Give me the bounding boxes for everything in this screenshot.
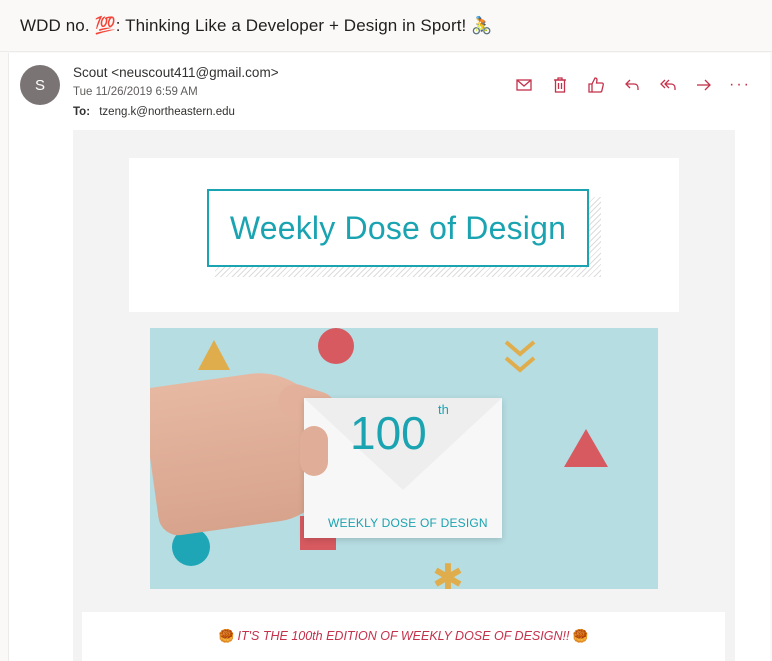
email-body: Weekly Dose of Design ✱ 100 th WEEKLY DO… xyxy=(73,130,735,661)
delete-button[interactable] xyxy=(542,72,578,98)
recipient-address[interactable]: tzeng.k@northeastern.edu xyxy=(99,106,235,118)
hero-image[interactable]: ✱ 100 th WEEKLY DOSE OF DESIGN xyxy=(150,328,658,589)
newsletter-banner: Weekly Dose of Design xyxy=(129,158,679,312)
edition-line: IT'S THE 100th EDITION OF WEEKLY DOSE OF… xyxy=(237,629,570,643)
message-actions: ··· xyxy=(506,72,758,98)
more-actions-button[interactable]: ··· xyxy=(722,72,758,98)
envelope-graphic: 100 th WEEKLY DOSE OF DESIGN xyxy=(304,398,502,538)
envelope-label: WEEKLY DOSE OF DESIGN xyxy=(328,516,488,530)
trash-icon xyxy=(554,77,566,93)
edition-superscript: th xyxy=(438,402,449,417)
subject-bar: WDD no. 💯: Thinking Like a Developer + D… xyxy=(0,0,772,52)
yellow-triangle-shape xyxy=(198,340,230,370)
cake-emoji-left: 🥮 xyxy=(218,629,235,643)
edition-banner: 🥮 IT'S THE 100th EDITION OF WEEKLY DOSE … xyxy=(82,612,725,661)
cake-emoji-right: 🥮 xyxy=(572,629,589,643)
envelope-icon xyxy=(516,79,532,91)
chevron-down-icon xyxy=(504,340,536,373)
newsletter-logo[interactable]: Weekly Dose of Design xyxy=(207,189,589,267)
message-date: Tue 11/26/2019 6:59 AM xyxy=(73,86,198,98)
logo-text: Weekly Dose of Design xyxy=(229,209,567,246)
hand-fingers xyxy=(300,426,328,476)
more-icon: ··· xyxy=(729,76,751,93)
reply-all-icon xyxy=(660,79,676,90)
edition-number: 100 xyxy=(350,407,427,459)
sender-avatar[interactable]: S xyxy=(20,65,60,105)
reply-all-button[interactable] xyxy=(650,72,686,98)
forward-icon xyxy=(697,79,711,91)
thumbs-up-icon xyxy=(588,77,604,93)
recipient-line: To: tzeng.k@northeastern.edu xyxy=(73,106,235,118)
edition-text: 🥮 IT'S THE 100th EDITION OF WEEKLY DOSE … xyxy=(218,629,588,644)
email-subject: WDD no. 💯: Thinking Like a Developer + D… xyxy=(20,15,493,35)
forward-button[interactable] xyxy=(686,72,722,98)
red-circle-shape xyxy=(318,328,354,364)
mark-unread-button[interactable] xyxy=(506,72,542,98)
like-button[interactable] xyxy=(578,72,614,98)
sender-name[interactable]: Scout <neuscout411@gmail.com> xyxy=(73,65,279,80)
red-triangle-shape xyxy=(564,429,608,467)
reply-button[interactable] xyxy=(614,72,650,98)
asterisk-icon: ✱ xyxy=(432,558,464,589)
to-label: To: xyxy=(73,106,91,118)
reply-icon xyxy=(625,79,639,90)
